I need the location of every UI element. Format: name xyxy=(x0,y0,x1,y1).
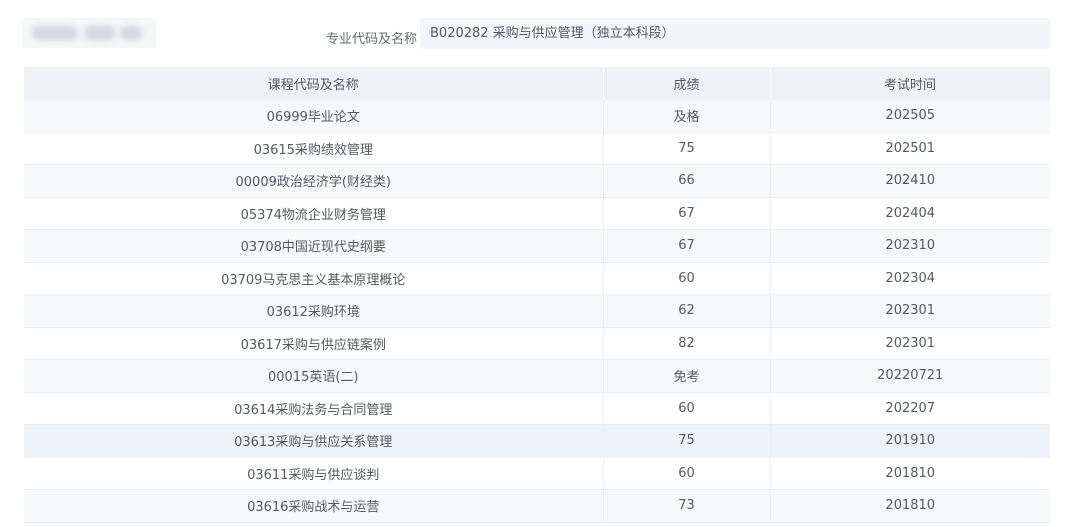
exam-time-cell: 202410 xyxy=(770,164,1050,198)
course-cell: 03708中国近现代史纲要 xyxy=(24,229,604,263)
table-row: 03611采购与供应谈判 60 201810 xyxy=(24,457,1050,490)
course-cell: 03617采购与供应链案例 xyxy=(24,327,604,360)
exam-time-cell: 202501 xyxy=(770,132,1050,165)
grade-report-page: 专业代码及名称 B020282 采购与供应管理（独立本科段） 课程代码及名称 成… xyxy=(0,0,1080,527)
major-label: 专业代码及名称 xyxy=(326,32,418,47)
course-cell: 00015英语(二) xyxy=(24,359,604,393)
score-cell: 及格 xyxy=(603,99,771,133)
course-cell: 03614采购法务与合同管理 xyxy=(24,392,604,425)
blurred-student-name xyxy=(22,18,156,48)
exam-time-cell: 201810 xyxy=(770,489,1050,523)
score-cell: 60 xyxy=(603,262,771,295)
header-exam-time: 考试时间 xyxy=(770,67,1051,100)
course-cell: 03611采购与供应谈判 xyxy=(24,457,604,490)
table-row: 03612采购环境 62 202301 xyxy=(24,294,1050,328)
course-cell: 05374物流企业财务管理 xyxy=(24,197,604,230)
table-row: 00009政治经济学(财经类) 66 202410 xyxy=(24,164,1050,198)
table-row: 00015英语(二) 免考 20220721 xyxy=(24,359,1050,393)
table-row: 03615采购绩效管理 75 202501 xyxy=(24,132,1050,165)
score-cell: 60 xyxy=(603,392,771,425)
exam-time-cell: 202404 xyxy=(770,197,1050,230)
grade-table: 课程代码及名称 成绩 考试时间 06999毕业论文 及格 202505 0361… xyxy=(24,67,1051,523)
exam-time-cell: 202505 xyxy=(770,99,1050,133)
score-cell: 75 xyxy=(603,132,771,165)
header-score: 成绩 xyxy=(603,67,771,100)
score-cell: 66 xyxy=(603,164,771,198)
score-cell: 免考 xyxy=(603,359,771,393)
score-cell: 75 xyxy=(603,424,771,458)
exam-time-cell: 202301 xyxy=(770,327,1050,360)
exam-time-cell: 202301 xyxy=(770,294,1050,328)
major-value: B020282 采购与供应管理（独立本科段） xyxy=(420,18,1050,49)
score-cell: 67 xyxy=(603,197,771,230)
exam-time-cell: 20220721 xyxy=(770,359,1050,393)
score-cell: 60 xyxy=(603,457,771,490)
table-row: 06999毕业论文 及格 202505 xyxy=(24,99,1050,133)
course-cell: 03709马克思主义基本原理概论 xyxy=(24,262,604,295)
exam-time-cell: 202310 xyxy=(770,229,1050,263)
table-row: 03616采购战术与运营 73 201810 xyxy=(24,489,1050,523)
table-row: 03709马克思主义基本原理概论 60 202304 xyxy=(24,262,1050,295)
table-row: 05374物流企业财务管理 67 202404 xyxy=(24,197,1050,230)
table-row: 03617采购与供应链案例 82 202301 xyxy=(24,327,1050,360)
course-cell: 03616采购战术与运营 xyxy=(24,489,604,523)
header-course: 课程代码及名称 xyxy=(24,67,604,100)
table-row: 03614采购法务与合同管理 60 202207 xyxy=(24,392,1050,425)
course-cell: 00009政治经济学(财经类) xyxy=(24,164,604,198)
exam-time-cell: 202207 xyxy=(770,392,1050,425)
table-row-hovered: 03613采购与供应关系管理 75 201910 xyxy=(24,424,1050,458)
course-cell: 06999毕业论文 xyxy=(24,99,604,133)
score-cell: 82 xyxy=(603,327,771,360)
course-cell: 03615采购绩效管理 xyxy=(24,132,604,165)
score-cell: 73 xyxy=(603,489,771,523)
table-header-row: 课程代码及名称 成绩 考试时间 xyxy=(24,67,1051,100)
course-cell: 03612采购环境 xyxy=(24,294,604,328)
score-cell: 62 xyxy=(603,294,771,328)
exam-time-cell: 201910 xyxy=(770,424,1050,458)
exam-time-cell: 202304 xyxy=(770,262,1050,295)
table-row: 03708中国近现代史纲要 67 202310 xyxy=(24,229,1050,263)
exam-time-cell: 201810 xyxy=(770,457,1050,490)
score-cell: 67 xyxy=(603,229,771,263)
course-cell: 03613采购与供应关系管理 xyxy=(24,424,604,458)
